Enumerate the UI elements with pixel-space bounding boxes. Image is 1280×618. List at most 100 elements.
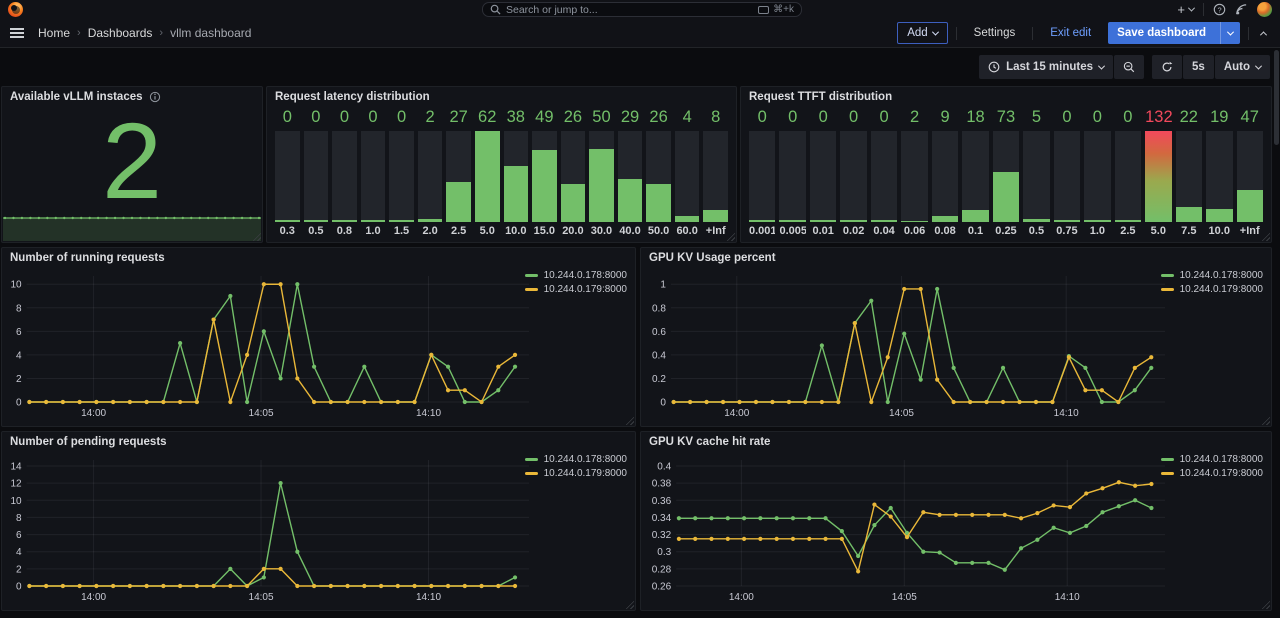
new-menu-button[interactable]: +	[1177, 3, 1194, 16]
legend-item[interactable]: 10.244.0.178:8000	[525, 454, 627, 465]
breadcrumb: Home › Dashboards › vllm dashboard	[38, 26, 251, 40]
bar-value: 26	[646, 108, 671, 130]
bar-fill	[1115, 220, 1141, 222]
breadcrumb-dashboards[interactable]: Dashboards	[88, 26, 153, 40]
menu-icon[interactable]	[10, 28, 24, 38]
save-dashboard-button[interactable]: Save dashboard	[1108, 22, 1240, 44]
bar-track	[703, 131, 728, 222]
panel-ttft-distribution: Request TTFT distribution 00.00100.00500…	[740, 86, 1272, 243]
panel-title[interactable]: Available vLLM instaces	[10, 91, 161, 103]
bar-fill	[361, 220, 386, 222]
legend-item[interactable]: 10.244.0.179:8000	[1161, 468, 1263, 479]
bar-value: 26	[561, 108, 586, 130]
add-button[interactable]: Add	[897, 22, 947, 44]
svg-text:14:10: 14:10	[416, 408, 441, 419]
legend-series-swatch	[525, 288, 538, 292]
refresh-interval-value[interactable]: 5s	[1183, 55, 1214, 79]
legend-item[interactable]: 10.244.0.179:8000	[525, 468, 627, 479]
bar-value: 0	[304, 108, 329, 130]
save-options-caret[interactable]	[1220, 22, 1240, 44]
grafana-logo-icon[interactable]	[8, 2, 23, 17]
bar-gauge-column: 00.75	[1054, 108, 1080, 238]
user-avatar[interactable]	[1257, 2, 1272, 17]
refresh-button[interactable]	[1152, 55, 1182, 79]
time-controls: Last 15 minutes 5s Auto	[0, 49, 1272, 85]
bar-gauge-column: 01.5	[389, 108, 414, 238]
bar-fill	[749, 220, 775, 222]
bar-bucket-label: 0.25	[993, 222, 1019, 238]
bar-gauge-column: 00.5	[304, 108, 329, 238]
panel-title[interactable]: Request TTFT distribution	[749, 91, 892, 103]
legend-item[interactable]: 10.244.0.178:8000	[1161, 270, 1263, 281]
panel-running-requests: Number of running requests 10.244.0.178:…	[1, 247, 636, 427]
news-icon[interactable]	[1235, 3, 1248, 16]
panel-title[interactable]: Request latency distribution	[275, 91, 430, 103]
refresh-interval-picker[interactable]: Auto	[1215, 55, 1270, 79]
bar-bucket-label: 50.0	[646, 222, 671, 238]
bar-fill	[871, 220, 897, 222]
bar-track	[1115, 131, 1141, 222]
settings-button[interactable]: Settings	[965, 22, 1025, 44]
bar-fill	[618, 179, 643, 222]
panel-title[interactable]: GPU KV Usage percent	[649, 252, 776, 264]
legend-item[interactable]: 10.244.0.179:8000	[525, 284, 627, 295]
panel-title[interactable]: Number of running requests	[10, 252, 165, 264]
legend-series-swatch	[525, 472, 538, 476]
bar-fill	[561, 184, 586, 222]
exit-edit-button[interactable]: Exit edit	[1041, 22, 1100, 44]
bar-gauge-column: 730.25	[993, 108, 1019, 238]
bar-bucket-label: 2.0	[418, 222, 443, 238]
bar-fill	[475, 131, 500, 222]
bar-fill	[1084, 220, 1110, 222]
bar-track	[589, 131, 614, 222]
bar-fill	[275, 220, 300, 222]
bar-track	[561, 131, 586, 222]
svg-text:0.26: 0.26	[652, 582, 672, 593]
breadcrumb-current: vllm dashboard	[170, 26, 251, 40]
time-range-picker[interactable]: Last 15 minutes	[979, 55, 1113, 79]
panel-title[interactable]: GPU KV cache hit rate	[649, 436, 770, 448]
page-scrollbar[interactable]	[1274, 50, 1279, 145]
bar-track	[810, 131, 836, 222]
panel-available-instances: Available vLLM instaces 2	[1, 86, 263, 243]
bar-bucket-label: 5.0	[475, 222, 500, 238]
svg-text:0.34: 0.34	[652, 513, 672, 524]
svg-text:2: 2	[16, 374, 22, 385]
bar-track	[749, 131, 775, 222]
bar-bucket-label: 7.5	[1176, 222, 1202, 238]
clock-icon	[988, 61, 1000, 73]
bar-fill	[1145, 131, 1171, 222]
bar-fill	[779, 220, 805, 222]
legend-item[interactable]: 10.244.0.178:8000	[1161, 454, 1263, 465]
help-icon[interactable]: ?	[1213, 3, 1226, 16]
bar-value: 0	[1115, 108, 1141, 130]
bar-gauge-column: 1325.0	[1145, 108, 1171, 238]
bar-gauge-column: 00.01	[810, 108, 836, 238]
chart-legend: 10.244.0.178:8000 10.244.0.179:8000	[1161, 454, 1263, 479]
svg-text:0: 0	[16, 398, 22, 409]
search-input[interactable]: Search or jump to... ⌘+k	[482, 2, 802, 17]
chart-legend: 10.244.0.178:8000 10.244.0.179:8000	[1161, 270, 1263, 295]
refresh-icon	[1161, 61, 1173, 73]
legend-item[interactable]: 10.244.0.179:8000	[1161, 284, 1263, 295]
stat-sparkline	[3, 214, 261, 241]
zoom-out-icon	[1123, 61, 1135, 73]
info-icon[interactable]	[149, 91, 161, 103]
bar-track	[840, 131, 866, 222]
breadcrumb-home[interactable]: Home	[38, 26, 70, 40]
panel-title[interactable]: Number of pending requests	[10, 436, 167, 448]
bar-gauge: 00.00100.00500.0100.0200.0420.0690.08180…	[749, 108, 1263, 238]
bar-fill	[304, 220, 329, 222]
bar-bucket-label: 0.75	[1054, 222, 1080, 238]
svg-text:14:05: 14:05	[889, 408, 914, 419]
bar-track	[304, 131, 329, 222]
bar-gauge-column: 50.5	[1023, 108, 1049, 238]
svg-text:14:10: 14:10	[1055, 592, 1080, 603]
bar-gauge-column: 90.08	[932, 108, 958, 238]
bar-value: 27	[446, 108, 471, 130]
zoom-out-button[interactable]	[1114, 55, 1144, 79]
bar-track	[1206, 131, 1232, 222]
collapse-topbar-button[interactable]	[1257, 27, 1270, 39]
bar-track	[361, 131, 386, 222]
legend-item[interactable]: 10.244.0.178:8000	[525, 270, 627, 281]
